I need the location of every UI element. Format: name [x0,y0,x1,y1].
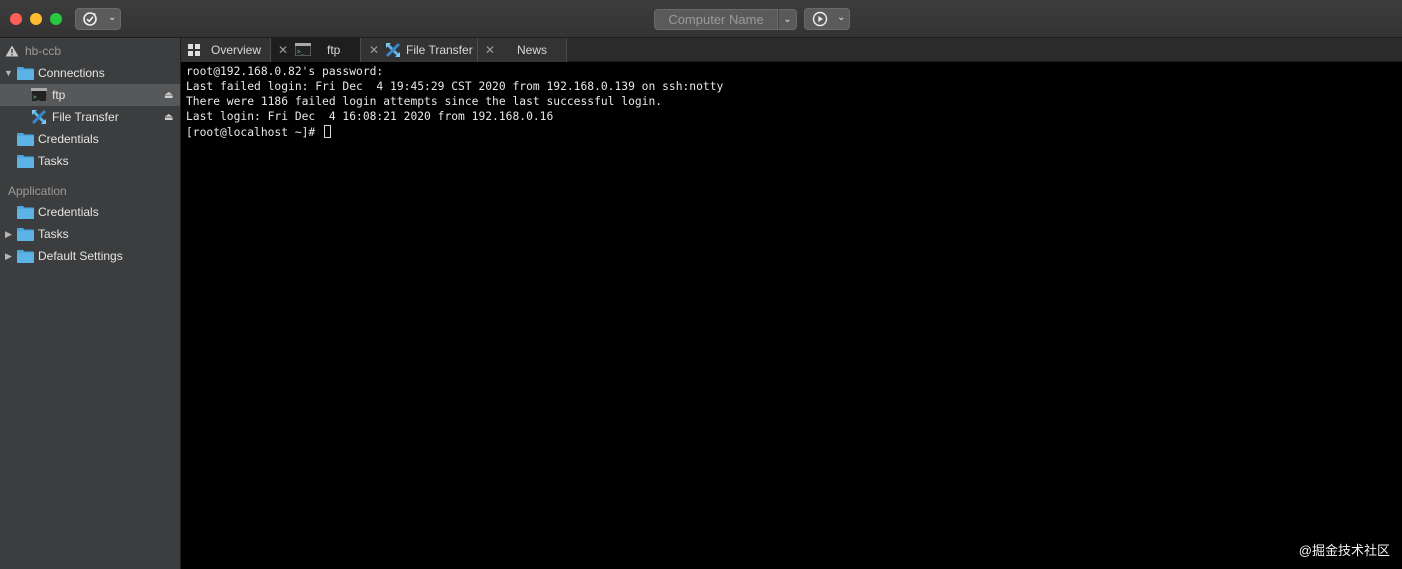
grid-icon [188,44,200,56]
folder-icon [17,132,34,146]
terminal-line: There were 1186 failed login attempts si… [186,95,663,108]
sidebar-item-credentials[interactable]: Credentials [0,128,180,150]
tab-ftp[interactable]: ✕ >_ ftp [271,38,361,62]
tab-bar: Overview ✕ >_ ftp ✕ File Transfer ✕ News [181,38,1402,62]
terminal-icon: >_ [295,43,311,56]
tab-news[interactable]: ✕ News [478,38,567,62]
tab-overview[interactable]: Overview [181,38,271,62]
window-maximize-button[interactable] [50,13,62,25]
sync-icon [83,12,97,26]
disclosure-open-icon[interactable]: ▼ [4,68,13,78]
sidebar-item-app-tasks[interactable]: ▶ Tasks [0,223,180,245]
file-transfer-icon [31,109,47,125]
close-icon[interactable]: ✕ [369,43,379,57]
folder-icon [17,227,34,241]
chevron-down-icon: ⌄ [108,12,117,23]
window-close-button[interactable] [10,13,22,25]
sidebar-item-app-credentials[interactable]: Credentials [0,201,180,223]
folder-icon [17,249,34,263]
terminal-cursor [324,125,332,138]
sidebar-workspace[interactable]: hb-ccb [0,40,180,62]
window-minimize-button[interactable] [30,13,42,25]
file-transfer-icon [385,42,401,58]
sidebar-item-connections[interactable]: ▼ Connections [0,62,180,84]
disclosure-closed-icon[interactable]: ▶ [5,251,12,262]
title-bar: ⌄ Computer Name ⌄ ⌄ [0,0,1402,38]
sidebar-item-ftp[interactable]: >_ ftp ⏏ [0,84,180,106]
chevron-down-icon: ⌄ [783,14,792,25]
folder-icon [17,154,34,168]
disclosure-closed-icon[interactable]: ▶ [5,229,12,240]
folder-icon [17,205,34,219]
terminal-line: root@192.168.0.82's password: [186,65,384,78]
chevron-down-icon: ⌄ [837,12,846,23]
close-icon[interactable]: ✕ [278,43,288,57]
terminal-icon: >_ [31,88,47,102]
svg-text:>_: >_ [297,49,305,56]
watermark: @掘金技术社区 [1298,543,1390,558]
terminal-prompt: [root@localhost ~]# [186,126,323,139]
warning-icon [5,45,19,57]
svg-text:>_: >_ [33,94,41,101]
sidebar-item-tasks[interactable]: Tasks [0,150,180,172]
workspace-name: hb-ccb [25,44,62,58]
sidebar-item-file-transfer[interactable]: File Transfer ⏏ [0,106,180,128]
folder-icon [17,66,34,80]
terminal-line: Last failed login: Fri Dec 4 19:45:29 CS… [186,80,724,93]
close-icon[interactable]: ✕ [485,43,495,57]
terminal-prompt-line[interactable]: [root@localhost ~]# [186,125,332,139]
computer-name-dropdown-button[interactable]: ⌄ [778,9,797,30]
computer-name-field[interactable]: Computer Name [654,9,778,30]
eject-icon[interactable]: ⏏ [164,90,173,101]
eject-icon[interactable]: ⏏ [164,112,173,123]
terminal-view[interactable]: root@192.168.0.82's password: Last faile… [181,62,1402,569]
tab-file-transfer[interactable]: ✕ File Transfer [361,38,478,62]
sidebar-item-default-settings[interactable]: ▶ Default Settings [0,245,180,267]
run-menu-button[interactable]: ⌄ [804,8,850,30]
play-icon [812,11,828,27]
sync-menu-button[interactable]: ⌄ [75,8,121,30]
sidebar: hb-ccb ▼ Connections >_ ftp ⏏ File Trans… [0,38,181,569]
sidebar-section-application: Application [8,184,67,198]
terminal-line: Last login: Fri Dec 4 16:08:21 2020 from… [186,110,554,123]
